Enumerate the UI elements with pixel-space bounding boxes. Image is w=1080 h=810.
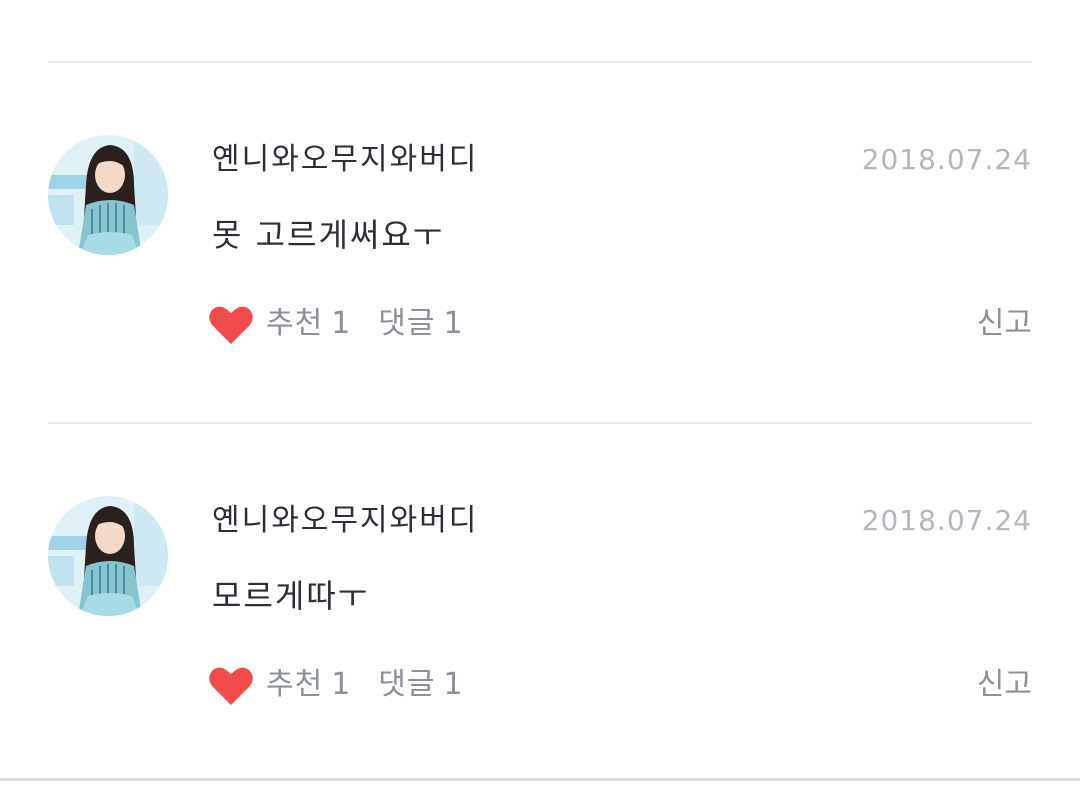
like-count: 1 (331, 306, 351, 341)
reply-button[interactable]: 댓글 1 (378, 660, 462, 710)
avatar-image (48, 496, 168, 616)
heart-icon[interactable] (208, 664, 254, 706)
comment-actions: 추천 1 댓글 1 (208, 660, 463, 710)
comment-date: 2018.07.24 (861, 504, 1032, 537)
like-button[interactable]: 추천 1 (208, 660, 350, 710)
reply-label: 댓글 (378, 306, 436, 341)
avatar-image (48, 135, 168, 255)
report-button[interactable]: 신고 (977, 299, 1032, 349)
comment-date: 2018.07.24 (861, 143, 1032, 176)
like-count: 1 (331, 667, 351, 702)
reply-count: 1 (443, 306, 463, 341)
comment-text: 모르게따ㅜ (212, 577, 370, 615)
comment-text: 못 고르게써요ㅜ (212, 216, 445, 254)
reply-count: 1 (443, 667, 463, 702)
avatar[interactable] (48, 496, 168, 616)
bottom-divider (0, 778, 1080, 781)
avatar[interactable] (48, 135, 168, 255)
heart-icon[interactable] (208, 303, 254, 345)
comment-item: 옌니와오무지와버디 2018.07.24 모르게따ㅜ 추천 1 댓글 1 신고 (0, 496, 1080, 796)
report-button[interactable]: 신고 (977, 660, 1032, 710)
like-button[interactable]: 추천 1 (208, 299, 350, 349)
comment-divider (48, 422, 1032, 424)
comment-actions: 추천 1 댓글 1 (208, 299, 463, 349)
top-divider (48, 61, 1032, 63)
author-name[interactable]: 옌니와오무지와버디 (212, 140, 478, 180)
author-name[interactable]: 옌니와오무지와버디 (212, 501, 478, 541)
reply-button[interactable]: 댓글 1 (378, 299, 462, 349)
like-label: 추천 (266, 306, 324, 341)
comment-item: 옌니와오무지와버디 2018.07.24 못 고르게써요ㅜ 추천 1 댓글 1 … (0, 135, 1080, 435)
reply-label: 댓글 (378, 667, 436, 702)
like-label: 추천 (266, 667, 324, 702)
